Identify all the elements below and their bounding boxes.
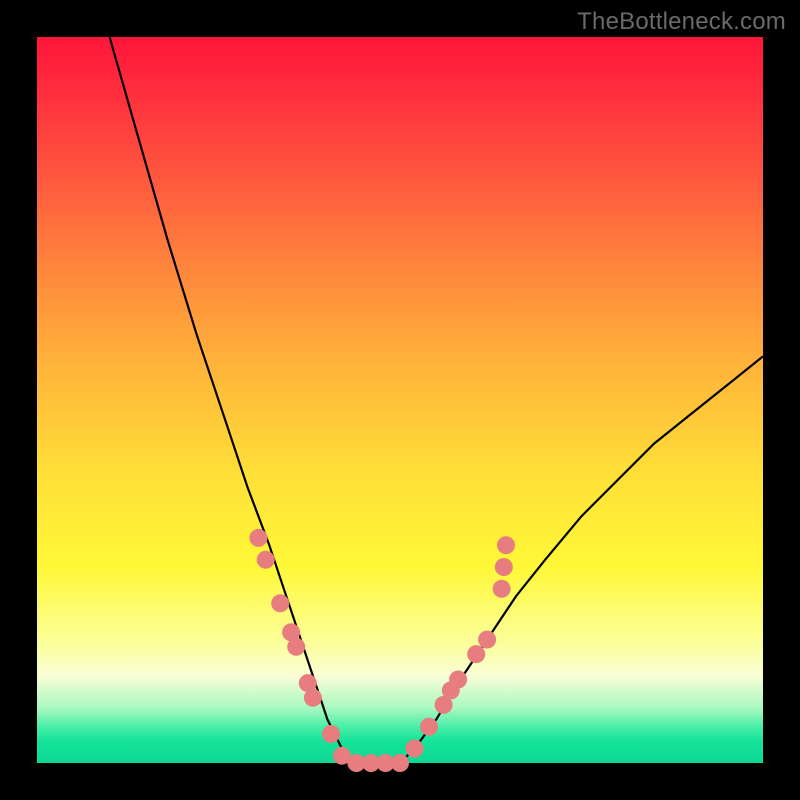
data-marker bbox=[406, 740, 424, 758]
data-marker bbox=[287, 638, 305, 656]
chart-frame: TheBottleneck.com bbox=[0, 0, 800, 800]
data-marker bbox=[391, 754, 409, 772]
data-marker bbox=[493, 580, 511, 598]
data-marker bbox=[271, 594, 289, 612]
data-marker bbox=[497, 536, 515, 554]
data-marker bbox=[249, 529, 267, 547]
data-marker bbox=[322, 725, 340, 743]
data-marker bbox=[257, 551, 275, 569]
data-marker bbox=[449, 671, 467, 689]
watermark-text: TheBottleneck.com bbox=[577, 8, 786, 36]
chart-svg bbox=[37, 37, 763, 763]
data-marker bbox=[495, 558, 513, 576]
data-marker bbox=[478, 631, 496, 649]
chart-plot-area bbox=[37, 37, 763, 763]
bottleneck-curve bbox=[110, 37, 763, 763]
data-marker bbox=[420, 718, 438, 736]
data-marker bbox=[467, 645, 485, 663]
marker-group bbox=[249, 529, 515, 772]
data-marker bbox=[304, 689, 322, 707]
